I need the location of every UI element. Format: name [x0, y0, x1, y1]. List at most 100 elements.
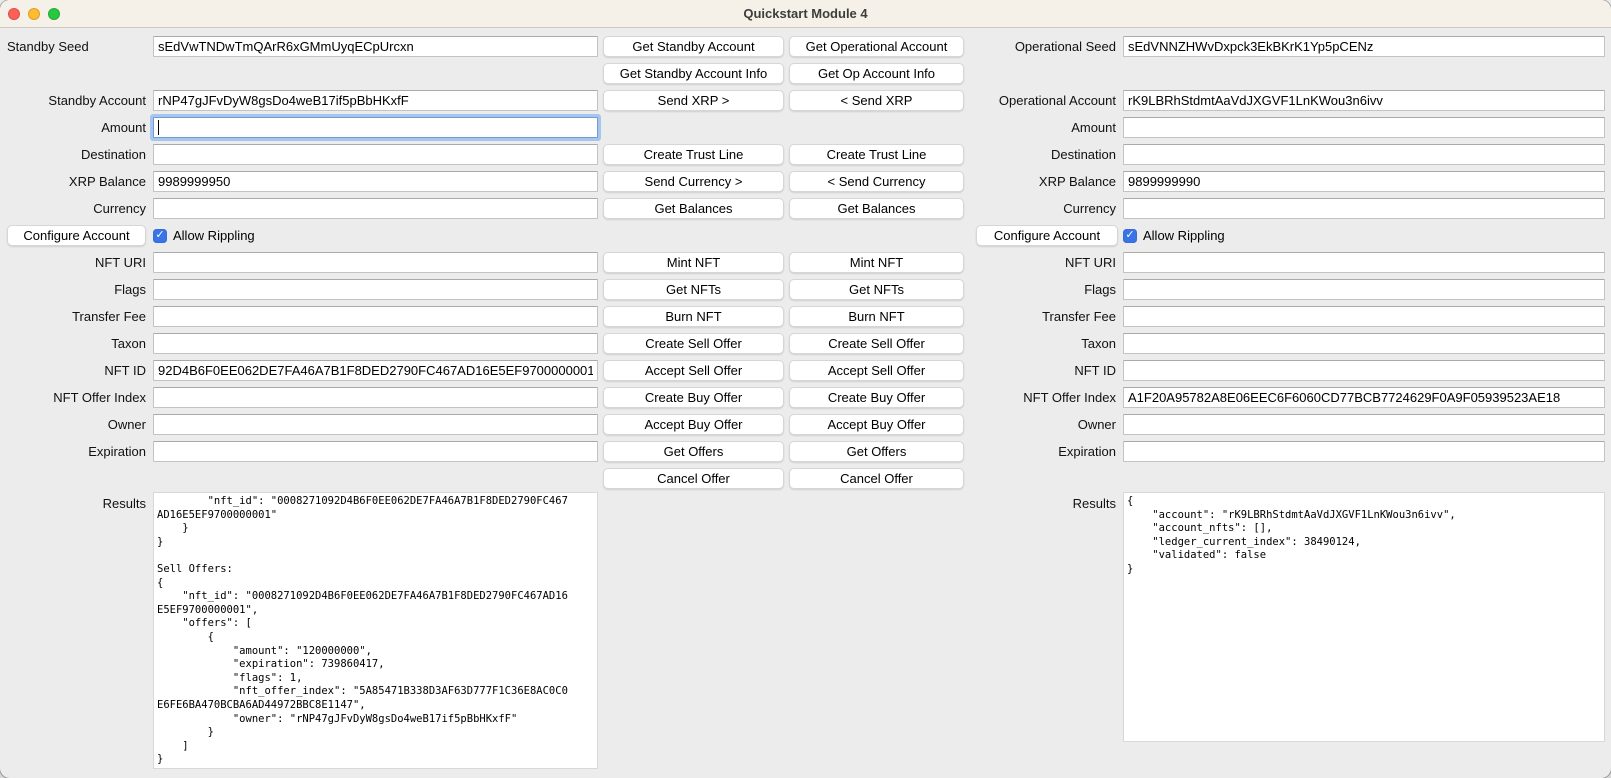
operational-transfer-fee-input[interactable]	[1123, 306, 1605, 327]
send-xrp-left-button[interactable]: < Send XRP	[789, 90, 964, 111]
standby-nft-uri-label: NFT URI	[0, 249, 148, 276]
operational-owner-input[interactable]	[1123, 414, 1605, 435]
app-window: Quickstart Module 4 Standby Seed Get Sta…	[0, 0, 1611, 778]
operational-flags-label: Flags	[969, 276, 1118, 303]
standby-nft-id-label: NFT ID	[0, 357, 148, 384]
standby-nft-offer-index-label: NFT Offer Index	[0, 384, 148, 411]
standby-currency-label: Currency	[0, 195, 148, 222]
standby-amount-input[interactable]	[153, 117, 598, 138]
operational-account-label: Operational Account	[969, 87, 1118, 114]
operational-accept-buy-offer-button[interactable]: Accept Buy Offer	[789, 414, 964, 435]
operational-create-trust-line-button[interactable]: Create Trust Line	[789, 144, 964, 165]
standby-seed-input[interactable]	[153, 36, 598, 57]
operational-cancel-offer-button[interactable]: Cancel Offer	[789, 468, 964, 489]
standby-flags-input[interactable]	[153, 279, 598, 300]
standby-create-sell-offer-button[interactable]: Create Sell Offer	[603, 333, 784, 354]
standby-allow-rippling-label: Allow Rippling	[173, 228, 255, 243]
operational-allow-rippling-checkbox[interactable]: Allow Rippling	[1123, 228, 1605, 243]
operational-get-nfts-button[interactable]: Get NFTs	[789, 279, 964, 300]
standby-get-balances-button[interactable]: Get Balances	[603, 198, 784, 219]
operational-accept-sell-offer-button[interactable]: Accept Sell Offer	[789, 360, 964, 381]
send-currency-right-button[interactable]: Send Currency >	[603, 171, 784, 192]
standby-destination-input[interactable]	[153, 144, 598, 165]
standby-seed-label: Standby Seed	[0, 33, 148, 60]
standby-create-trust-line-button[interactable]: Create Trust Line	[603, 144, 784, 165]
standby-mint-nft-button[interactable]: Mint NFT	[603, 252, 784, 273]
checkbox-checked-icon	[153, 229, 167, 243]
standby-accept-buy-offer-button[interactable]: Accept Buy Offer	[603, 414, 784, 435]
operational-expiration-label: Expiration	[969, 438, 1118, 465]
operational-nft-offer-index-input[interactable]	[1123, 387, 1605, 408]
standby-burn-nft-button[interactable]: Burn NFT	[603, 306, 784, 327]
standby-get-nfts-button[interactable]: Get NFTs	[603, 279, 784, 300]
standby-owner-input[interactable]	[153, 414, 598, 435]
standby-xrp-balance-input[interactable]	[153, 171, 598, 192]
operational-burn-nft-button[interactable]: Burn NFT	[789, 306, 964, 327]
get-op-account-info-button[interactable]: Get Op Account Info	[789, 63, 964, 84]
operational-taxon-label: Taxon	[969, 330, 1118, 357]
send-currency-left-button[interactable]: < Send Currency	[789, 171, 964, 192]
zoom-button[interactable]	[48, 8, 60, 20]
standby-expiration-label: Expiration	[0, 438, 148, 465]
standby-get-offers-button[interactable]: Get Offers	[603, 441, 784, 462]
standby-owner-label: Owner	[0, 411, 148, 438]
send-xrp-right-button[interactable]: Send XRP >	[603, 90, 784, 111]
operational-nft-uri-label: NFT URI	[969, 249, 1118, 276]
get-operational-account-button[interactable]: Get Operational Account	[789, 36, 964, 57]
operational-amount-input[interactable]	[1123, 117, 1605, 138]
standby-currency-input[interactable]	[153, 198, 598, 219]
standby-amount-field-wrap	[153, 117, 598, 138]
operational-flags-input[interactable]	[1123, 279, 1605, 300]
standby-create-buy-offer-button[interactable]: Create Buy Offer	[603, 387, 784, 408]
standby-taxon-input[interactable]	[153, 333, 598, 354]
operational-xrp-balance-label: XRP Balance	[969, 168, 1118, 195]
text-caret	[158, 120, 159, 135]
standby-account-input[interactable]	[153, 90, 598, 111]
standby-cancel-offer-button[interactable]: Cancel Offer	[603, 468, 784, 489]
operational-get-balances-button[interactable]: Get Balances	[789, 198, 964, 219]
operational-account-input[interactable]	[1123, 90, 1605, 111]
operational-seed-label: Operational Seed	[969, 33, 1118, 60]
operational-get-offers-button[interactable]: Get Offers	[789, 441, 964, 462]
operational-currency-label: Currency	[969, 195, 1118, 222]
standby-nft-uri-input[interactable]	[153, 252, 598, 273]
operational-nft-id-label: NFT ID	[969, 357, 1118, 384]
standby-xrp-balance-label: XRP Balance	[0, 168, 148, 195]
standby-transfer-fee-input[interactable]	[153, 306, 598, 327]
standby-account-label: Standby Account	[0, 87, 148, 114]
operational-xrp-balance-input[interactable]	[1123, 171, 1605, 192]
standby-expiration-input[interactable]	[153, 441, 598, 462]
standby-amount-label: Amount	[0, 114, 148, 141]
operational-mint-nft-button[interactable]: Mint NFT	[789, 252, 964, 273]
operational-create-sell-offer-button[interactable]: Create Sell Offer	[789, 333, 964, 354]
operational-configure-account-button[interactable]: Configure Account	[976, 225, 1118, 246]
standby-allow-rippling-checkbox[interactable]: Allow Rippling	[153, 228, 598, 243]
traffic-lights	[8, 0, 60, 27]
operational-results-textarea[interactable]: { "account": "rK9LBRhStdmtAaVdJXGVF1LnKW…	[1123, 492, 1605, 742]
standby-nft-offer-index-input[interactable]	[153, 387, 598, 408]
checkbox-checked-icon	[1123, 229, 1137, 243]
operational-nft-uri-input[interactable]	[1123, 252, 1605, 273]
standby-accept-sell-offer-button[interactable]: Accept Sell Offer	[603, 360, 784, 381]
operational-seed-input[interactable]	[1123, 36, 1605, 57]
operational-create-buy-offer-button[interactable]: Create Buy Offer	[789, 387, 964, 408]
minimize-button[interactable]	[28, 8, 40, 20]
standby-taxon-label: Taxon	[0, 330, 148, 357]
operational-nft-id-input[interactable]	[1123, 360, 1605, 381]
operational-destination-input[interactable]	[1123, 144, 1605, 165]
get-standby-account-info-button[interactable]: Get Standby Account Info	[603, 63, 784, 84]
operational-transfer-fee-label: Transfer Fee	[969, 303, 1118, 330]
operational-expiration-input[interactable]	[1123, 441, 1605, 462]
operational-owner-label: Owner	[969, 411, 1118, 438]
close-button[interactable]	[8, 8, 20, 20]
get-standby-account-button[interactable]: Get Standby Account	[603, 36, 784, 57]
standby-nft-id-input[interactable]	[153, 360, 598, 381]
standby-results-label: Results	[0, 492, 148, 769]
operational-amount-label: Amount	[969, 114, 1118, 141]
operational-taxon-input[interactable]	[1123, 333, 1605, 354]
operational-currency-input[interactable]	[1123, 198, 1605, 219]
standby-configure-account-button[interactable]: Configure Account	[7, 225, 146, 246]
title-bar: Quickstart Module 4	[0, 0, 1611, 28]
main-form: Standby Seed Get Standby Account Get Ope…	[0, 28, 1611, 777]
standby-results-textarea[interactable]: "nft_id": "0008271092D4B6F0EE062DE7FA46A…	[153, 492, 598, 769]
